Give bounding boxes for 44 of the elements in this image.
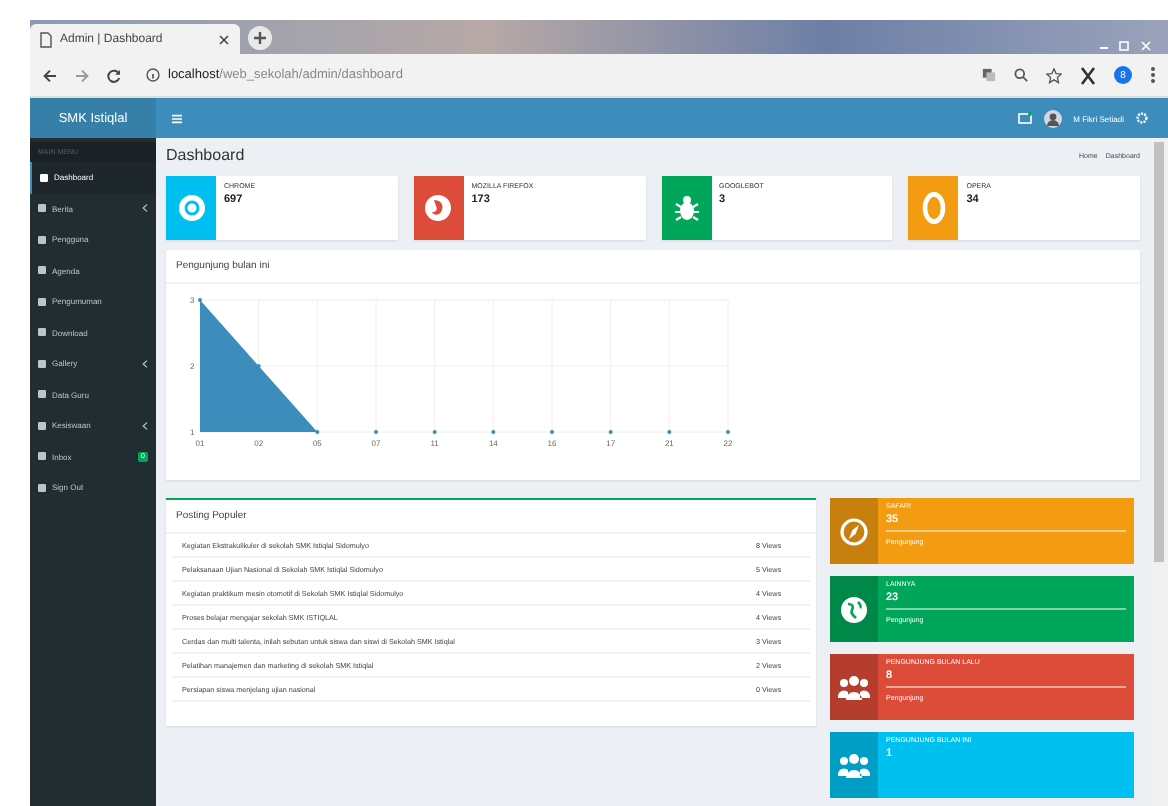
data-point [491,429,496,434]
menu-item-icon [38,297,46,306]
data-point [432,429,437,434]
compass-icon [840,517,868,545]
data-point [315,429,320,434]
close-icon[interactable] [218,33,230,45]
menu-item-icon [38,390,46,399]
star-icon[interactable] [1046,67,1062,83]
menu-item-icon [38,235,46,244]
menu-item-icon [38,483,46,492]
zoom-icon[interactable] [1014,68,1028,82]
settings-icon[interactable] [1136,112,1148,124]
scrollbar[interactable] [1150,138,1168,806]
menu-item-icon [38,359,46,368]
menu-icon[interactable] [172,113,182,123]
forward-icon[interactable] [74,67,90,83]
bug-icon [673,193,699,222]
menu-item-icon [38,204,46,213]
avatar-icon[interactable] [1043,109,1062,127]
browser-logo-icon [177,193,205,222]
page-title: Dashboard [166,146,245,165]
users-icon [838,752,870,778]
translate-icon[interactable] [982,68,996,82]
data-point [256,363,261,368]
browser-logo-icon [921,191,946,224]
users-icon [838,674,870,700]
data-point [667,429,672,434]
globe-icon [840,595,868,623]
menu-item-icon [38,266,46,275]
page-icon [40,31,52,47]
browser-logo-icon [424,193,453,222]
data-point [608,429,613,434]
menu-item-icon [38,328,46,337]
window-controls-icon[interactable] [1096,40,1156,52]
mail-icon[interactable] [1017,112,1032,124]
reload-icon[interactable] [106,67,122,83]
info-icon [146,68,160,82]
back-icon[interactable] [42,67,58,83]
menu-item-icon [38,421,46,430]
new-tab-icon[interactable] [248,25,272,49]
menu-item-icon [38,452,46,461]
extension-icon[interactable] [1080,65,1096,85]
menu-item-icon [40,173,48,182]
menu-icon[interactable] [1150,66,1156,84]
